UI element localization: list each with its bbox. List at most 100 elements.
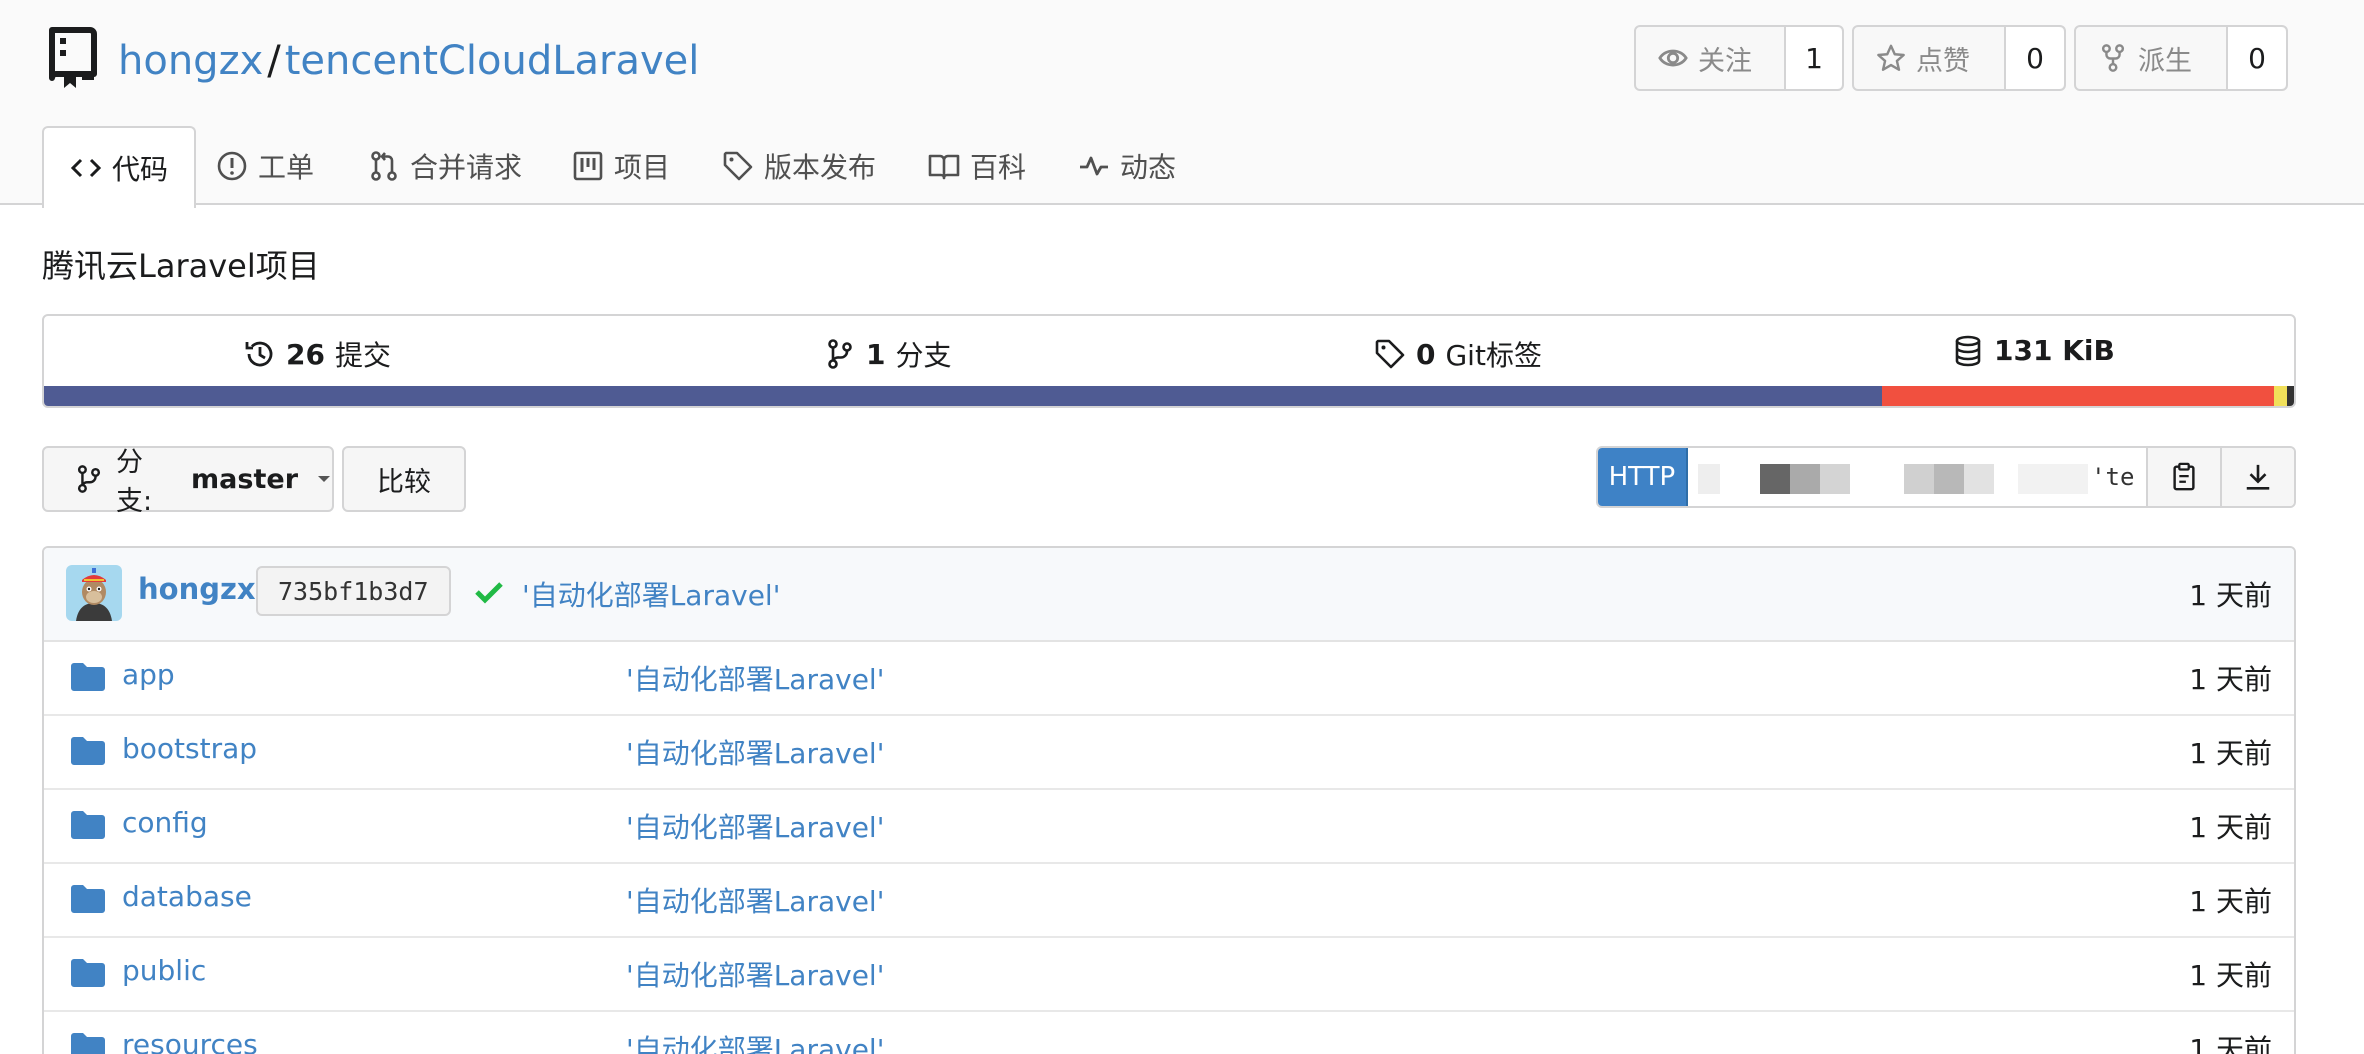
tab-releases[interactable]: 版本发布 — [722, 126, 876, 206]
fork-button[interactable]: 派生 0 — [2074, 25, 2288, 91]
file-commit-time: 1 天前 — [2189, 737, 2272, 770]
copy-button[interactable] — [2146, 448, 2221, 506]
file-commit-message-link[interactable]: '自动化部署Laravel' — [626, 732, 884, 772]
file-name-link[interactable]: resources — [122, 1028, 258, 1054]
commits-count: 26 — [286, 337, 325, 371]
file-name-link[interactable]: config — [122, 806, 208, 839]
file-row: config '自动化部署Laravel' 1 天前 — [44, 790, 2294, 864]
folder-icon — [71, 1033, 105, 1054]
repo-owner-link[interactable]: hongzx — [118, 38, 263, 84]
file-name-link[interactable]: bootstrap — [122, 732, 257, 765]
folder-icon — [71, 811, 105, 839]
watch-count[interactable]: 1 — [1784, 27, 1842, 89]
http-protocol-button[interactable]: HTTP — [1598, 448, 1688, 506]
redacted-block — [1903, 464, 1934, 494]
star-icon — [1877, 44, 1905, 71]
pull-request-icon — [371, 151, 397, 181]
tab-activity[interactable]: 动态 — [1078, 126, 1176, 206]
folder-icon — [71, 663, 105, 691]
redacted-block — [1819, 464, 1850, 494]
branches-count: 1 — [866, 337, 886, 371]
compare-button[interactable]: 比较 — [342, 446, 466, 512]
branch-icon — [77, 465, 101, 493]
language-bar-segment — [2287, 386, 2294, 406]
commit-author-link[interactable]: hongzx — [138, 572, 256, 606]
file-commit-message-link[interactable]: '自动化部署Laravel' — [626, 880, 884, 920]
avatar[interactable] — [66, 565, 122, 621]
fork-label-wrap[interactable]: 派生 — [2076, 27, 2226, 89]
file-commit-message-link[interactable]: '自动化部署Laravel' — [626, 658, 884, 698]
repo-title: hongzx / tencentCloudLaravel — [118, 34, 699, 88]
file-name-link[interactable]: public — [122, 954, 206, 987]
check-icon — [475, 582, 503, 604]
redacted-block — [1789, 464, 1820, 494]
folder-icon — [71, 959, 105, 987]
repo-header: hongzx / tencentCloudLaravel 关注 1 点赞 0 派生 … — [0, 0, 2364, 208]
branches-stat[interactable]: 1 分支 — [824, 334, 952, 374]
redacted-block — [2017, 464, 2088, 494]
branches-label: 分支 — [895, 339, 952, 372]
tab-issues[interactable]: 工单 — [216, 126, 314, 206]
file-row: public '自动化部署Laravel' 1 天前 — [44, 938, 2294, 1012]
commit-sha-button[interactable]: 735bf1b3d7 — [256, 566, 451, 616]
tags-label: Git标签 — [1445, 339, 1542, 372]
star-count[interactable]: 0 — [2004, 27, 2064, 89]
tag-icon — [1375, 339, 1405, 369]
history-icon — [245, 341, 273, 367]
file-row: resources '自动化部署Laravel' 1 天前 — [44, 1012, 2294, 1054]
folder-icon — [71, 885, 105, 913]
fork-icon — [2101, 44, 2125, 72]
fork-count[interactable]: 0 — [2226, 27, 2286, 89]
file-name-link[interactable]: app — [122, 658, 175, 691]
commits-stat[interactable]: 26 提交 — [244, 334, 391, 374]
watch-button[interactable]: 关注 1 — [1634, 25, 1844, 91]
tab-pull-requests[interactable]: 合并请求 — [368, 126, 522, 206]
file-commit-message-link[interactable]: '自动化部署Laravel' — [626, 1028, 884, 1054]
file-commit-message-link[interactable]: '自动化部署Laravel' — [626, 954, 884, 994]
folder-icon — [71, 737, 105, 765]
code-icon — [70, 158, 102, 178]
language-bar-segment — [2273, 386, 2288, 406]
tab-projects[interactable]: 项目 — [572, 126, 670, 206]
redacted-block — [1697, 464, 1720, 494]
redacted-block — [1963, 464, 1994, 494]
tab-issues-label: 工单 — [258, 151, 315, 184]
issue-icon — [217, 151, 247, 181]
commits-label: 提交 — [334, 339, 391, 372]
latest-commit-header: hongzx 735bf1b3d7 '自动化部署Laravel' 1 天前 — [44, 548, 2294, 642]
branch-prefix: 分支: — [115, 447, 153, 517]
branch-icon — [828, 339, 852, 369]
size-value: 131 KiB — [1994, 334, 2115, 367]
tab-wiki[interactable]: 百科 — [928, 126, 1026, 206]
clone-url-input[interactable]: 'te — [1687, 448, 2147, 506]
clone-url-tail: 'te — [2091, 463, 2135, 491]
tab-projects-label: 项目 — [614, 151, 671, 184]
file-name-link[interactable]: database — [122, 880, 252, 913]
tab-code-label: 代码 — [112, 153, 169, 186]
repo-stats: 26 提交 1 分支 0 Git标签 131 KiB — [42, 314, 2296, 408]
tab-releases-label: 版本发布 — [764, 151, 877, 184]
tags-stat[interactable]: 0 Git标签 — [1374, 334, 1542, 374]
file-list: hongzx 735bf1b3d7 '自动化部署Laravel' 1 天前 ap… — [42, 546, 2296, 1054]
tab-activity-label: 动态 — [1120, 151, 1177, 184]
download-button[interactable] — [2220, 448, 2294, 506]
tab-code[interactable]: 代码 — [42, 126, 197, 208]
tab-wiki-label: 百科 — [970, 151, 1027, 184]
star-button[interactable]: 点赞 0 — [1852, 25, 2066, 91]
redacted-block — [1759, 464, 1790, 494]
language-bar[interactable] — [44, 386, 2294, 406]
file-commit-time: 1 天前 — [2189, 811, 2272, 844]
file-commit-time: 1 天前 — [2189, 885, 2272, 918]
branch-dropdown[interactable]: 分支: master — [42, 446, 334, 517]
file-commit-message-link[interactable]: '自动化部署Laravel' — [626, 806, 884, 846]
redacted-block — [1933, 464, 1964, 494]
star-label-wrap[interactable]: 点赞 — [1854, 27, 2004, 89]
tag-icon — [723, 151, 753, 181]
watch-label-wrap[interactable]: 关注 — [1636, 27, 1784, 89]
file-row: app '自动化部署Laravel' 1 天前 — [44, 642, 2294, 716]
star-label: 点赞 — [1916, 45, 1970, 77]
repo-icon — [49, 27, 97, 88]
project-icon — [573, 151, 603, 181]
commit-message-link[interactable]: '自动化部署Laravel' — [522, 574, 780, 614]
repo-name-link[interactable]: tencentCloudLaravel — [285, 38, 700, 84]
